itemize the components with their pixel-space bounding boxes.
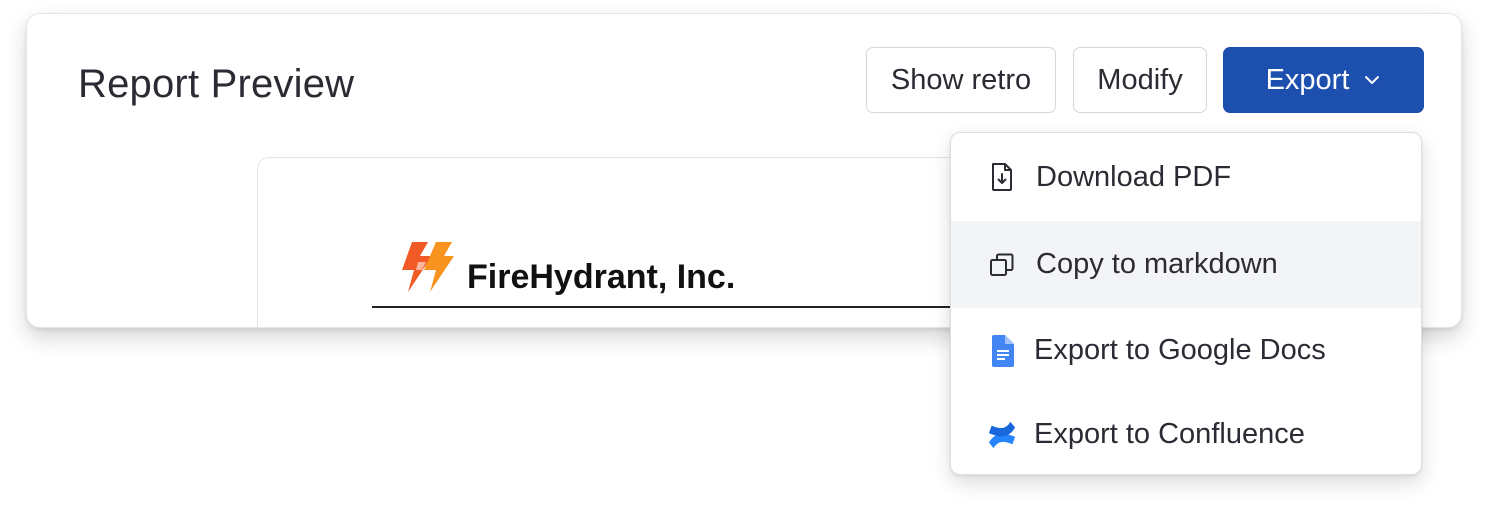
company-name: FireHydrant, Inc. [467,258,736,296]
export-button-label: Export [1265,63,1350,96]
screen: Report Preview Show retro Modify Export … [0,0,1486,514]
menu-item-label: Download PDF [1036,160,1232,193]
document-preview: FireHydrant, Inc. [257,157,1039,327]
menu-item-copy-markdown[interactable]: Copy to markdown [951,221,1421,308]
menu-item-label: Copy to markdown [1036,248,1278,280]
menu-item-download-pdf[interactable]: Download PDF [951,133,1421,221]
google-docs-icon [987,334,1017,368]
copy-icon [987,248,1017,282]
show-retro-button[interactable]: Show retro [866,47,1056,113]
menu-item-label: Export to Google Docs [1034,334,1326,366]
export-button[interactable]: Export [1223,47,1424,113]
chevron-down-icon [1365,76,1380,84]
export-dropdown-menu: Download PDF Copy to markdown Export to … [950,132,1422,475]
confluence-icon [987,418,1017,452]
firehydrant-logo [402,242,454,292]
modify-button[interactable]: Modify [1073,47,1207,113]
menu-item-label: Export to Confluence [1034,418,1305,450]
page-title: Report Preview [78,62,355,106]
menu-item-google-docs[interactable]: Export to Google Docs [951,308,1421,393]
menu-item-confluence[interactable]: Export to Confluence [951,393,1421,474]
file-download-icon [987,160,1017,194]
header-divider [372,306,1012,308]
